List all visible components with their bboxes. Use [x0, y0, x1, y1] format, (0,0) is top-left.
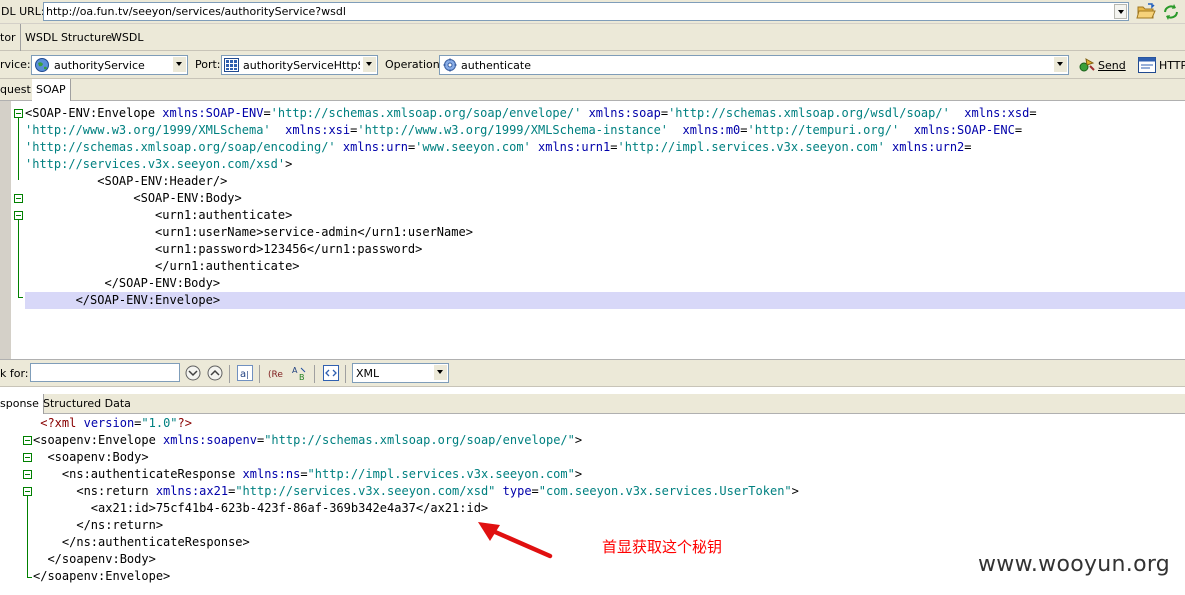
service-toolbar: rvice: authorityService Port: authorityS…	[0, 51, 1185, 79]
annotation-text: 首显获取这个秘钥	[602, 538, 723, 556]
find-previous-icon[interactable]	[206, 364, 224, 382]
response-code-line: </ns:authenticateResponse>	[33, 535, 250, 549]
service-select[interactable]: authorityService	[31, 55, 188, 75]
response-code-line: <soapenv:Envelope xmlns:soapenv="http://…	[33, 433, 583, 447]
find-next-icon[interactable]	[184, 364, 202, 382]
service-value: authorityService	[54, 59, 145, 72]
format-value: XML	[356, 367, 380, 380]
request-editor-gutter	[0, 101, 11, 359]
request-xml-editor[interactable]: <SOAP-ENV:Envelope xmlns:SOAP-ENV='http:…	[0, 101, 1185, 359]
svg-text:(Re: (Re	[268, 370, 283, 380]
refresh-icon[interactable]	[1160, 1, 1182, 23]
operation-select[interactable]: authenticate	[439, 55, 1069, 75]
request-code-line: <urn1:userName>service-admin</urn1:userN…	[25, 225, 473, 239]
port-value: authorityServiceHttpSoa	[243, 59, 360, 72]
request-code-line: </SOAP-ENV:Body>	[25, 276, 221, 290]
gear-icon	[443, 58, 457, 75]
port-dropdown-button[interactable]	[363, 57, 376, 72]
response-code-line: <ax21:id>75cf41b4-623b-423f-86af-369b342…	[33, 501, 489, 515]
request-tab-bar: quest SOAP	[0, 79, 1185, 101]
wsdl-url-label: DL URL:	[1, 5, 45, 18]
wsdl-url-input[interactable]	[46, 4, 1108, 19]
tab-response[interactable]: sponse	[0, 394, 44, 414]
response-code-line: </ns:return>	[33, 518, 164, 532]
request-code-line: <urn1:password>123456</urn1:password>	[25, 242, 423, 256]
send-label: Send	[1098, 59, 1126, 72]
fold-toggle[interactable]	[14, 211, 23, 220]
response-code-line: </soapenv:Envelope>	[33, 569, 171, 583]
request-code-line: </SOAP-ENV:Envelope>	[25, 293, 221, 307]
fold-toggle[interactable]	[23, 453, 32, 462]
response-code-line: <?xml version="1.0"?>	[40, 416, 192, 430]
format-dropdown-button[interactable]	[434, 365, 447, 380]
request-code-line: <SOAP-ENV:Body>	[25, 191, 242, 205]
open-folder-icon[interactable]	[1135, 1, 1157, 23]
fold-toggle[interactable]	[14, 109, 23, 118]
tab-soap[interactable]: SOAP	[32, 79, 71, 101]
operation-dropdown-button[interactable]	[1054, 57, 1067, 72]
replace-icon[interactable]: AB	[291, 364, 309, 382]
url-dropdown-button[interactable]	[1114, 4, 1127, 19]
format-select[interactable]: XML	[352, 363, 449, 383]
response-code-line: <ns:return xmlns:ax21="http://services.v…	[33, 484, 799, 498]
service-dropdown-button[interactable]	[173, 57, 186, 72]
format-xml-icon[interactable]	[322, 364, 340, 382]
request-code-line: <SOAP-ENV:Envelope xmlns:SOAP-ENV='http:…	[25, 106, 1037, 120]
tab-wsdl-structure[interactable]: WSDL Structure	[21, 24, 116, 51]
http-label: HTTP	[1159, 59, 1185, 72]
tab-structured-data[interactable]: Structured Data	[39, 394, 135, 414]
svg-text:|: |	[246, 370, 249, 379]
fold-line	[18, 220, 19, 297]
svg-text:B: B	[299, 373, 305, 382]
response-code-line: </soapenv:Body>	[33, 552, 156, 566]
tab-wsdl[interactable]: WSDL	[107, 24, 147, 51]
fold-end	[18, 297, 23, 298]
fold-line	[27, 496, 28, 577]
operation-label: Operation:	[385, 58, 444, 71]
toolbar-separator	[314, 365, 315, 383]
fold-line	[18, 118, 19, 180]
find-label: k for:	[0, 367, 29, 380]
toolbar-separator	[259, 365, 260, 383]
find-toolbar: k for: a | (Re AB XML	[0, 359, 1185, 387]
svg-text:A: A	[292, 366, 298, 375]
send-icon	[1079, 58, 1095, 72]
operation-value: authenticate	[461, 59, 531, 72]
response-code-line: <soapenv:Body>	[33, 450, 149, 464]
toolbar-separator	[345, 365, 346, 383]
port-label: Port:	[195, 58, 221, 71]
find-input[interactable]	[30, 363, 180, 382]
wsdl-url-combobox[interactable]	[43, 2, 1129, 21]
fold-toggle[interactable]	[14, 194, 23, 203]
request-code-line: 'http://schemas.xmlsoap.org/soap/encodin…	[25, 140, 972, 154]
response-tab-bar: sponse Structured Data	[0, 394, 1185, 414]
toolbar-separator	[229, 365, 230, 383]
watermark: www.wooyun.org	[978, 552, 1171, 577]
request-code-line: 'http://www.w3.org/1999/XMLSchema' xmlns…	[25, 123, 1023, 137]
response-code-line: <ns:authenticateResponse xmlns:ns="http:…	[33, 467, 583, 481]
http-window-icon	[1138, 57, 1156, 73]
globe-icon	[34, 57, 50, 76]
wsdl-url-toolbar: DL URL:	[0, 0, 1185, 24]
request-code-line: <SOAP-ENV:Header/>	[25, 174, 228, 188]
service-label: rvice:	[0, 58, 31, 71]
tab-request[interactable]: quest	[0, 79, 36, 101]
fold-toggle[interactable]	[23, 470, 32, 479]
request-code-line: 'http://services.v3x.seeyon.com/xsd'>	[25, 157, 293, 171]
fold-end	[27, 577, 32, 578]
red-arrow-annotation	[478, 522, 553, 559]
fold-toggle[interactable]	[23, 436, 32, 445]
fold-toggle[interactable]	[23, 487, 32, 496]
regex-icon[interactable]: (Re	[267, 364, 285, 382]
match-case-icon[interactable]: a |	[236, 364, 254, 382]
port-select[interactable]: authorityServiceHttpSoa	[221, 55, 378, 75]
port-grid-icon	[224, 58, 239, 75]
request-code-line: </urn1:authenticate>	[25, 259, 300, 273]
tab-editor[interactable]: tor	[0, 24, 21, 51]
main-tab-bar: tor WSDL Structure WSDL	[0, 24, 1185, 51]
request-code-line: <urn1:authenticate>	[25, 208, 293, 222]
